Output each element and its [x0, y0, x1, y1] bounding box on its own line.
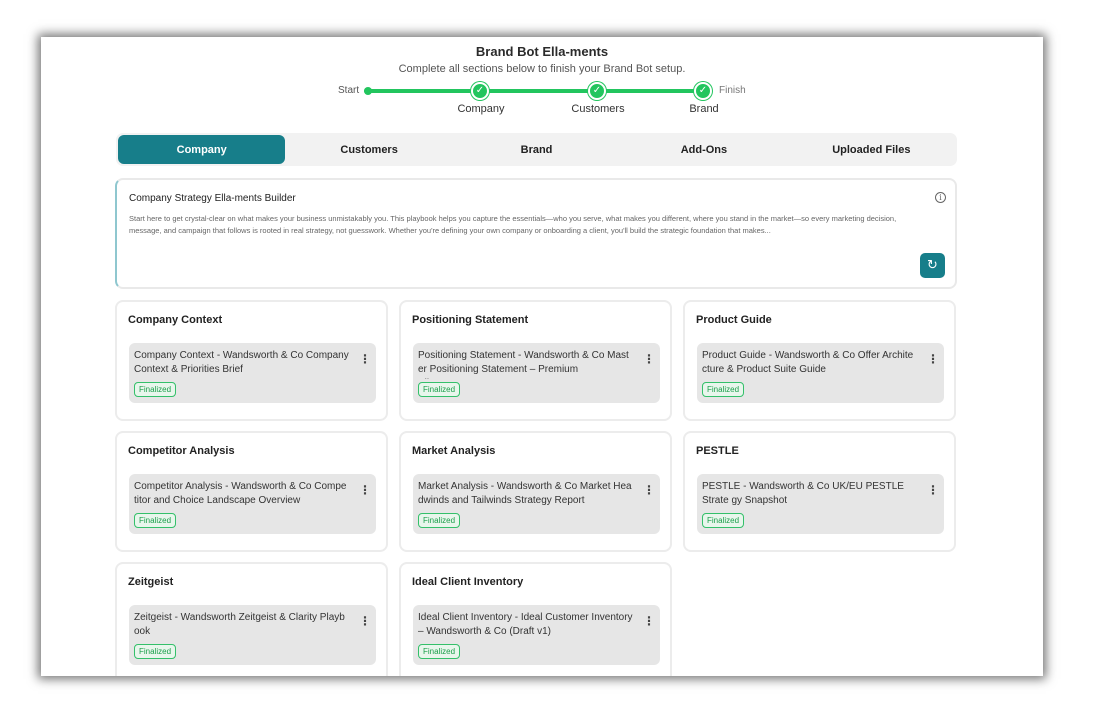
document-name: Ideal Client Inventory - Ideal Customer …: [418, 612, 633, 637]
kebab-menu-icon[interactable]: ⋮: [643, 614, 655, 628]
status-badge: Finalized: [418, 382, 461, 397]
kebab-menu-icon[interactable]: ⋮: [927, 352, 939, 366]
tab-brand[interactable]: Brand: [453, 135, 620, 164]
status-badge: Finalized: [134, 382, 177, 397]
kebab-menu-icon[interactable]: ⋮: [359, 614, 371, 628]
card-title: Positioning Statement: [412, 314, 529, 326]
card-competitor-analysis: Competitor Analysis Competitor Analysis …: [115, 431, 388, 552]
tab-uploaded-files[interactable]: Uploaded Files: [788, 135, 955, 164]
status-badge: Finalized: [702, 382, 745, 397]
card-company-context: Company Context Company Context - Wandsw…: [115, 300, 388, 421]
document-name: Market Analysis - Wandsworth & Co Market…: [418, 481, 632, 506]
refresh-icon[interactable]: ↻: [920, 253, 945, 278]
document-item[interactable]: PESTLE - Wandsworth & Co UK/EU PESTLE St…: [697, 474, 944, 534]
document-item[interactable]: Zeitgeist - Wandsworth Zeitgeist & Clari…: [129, 605, 376, 665]
status-badge: Finalized: [134, 513, 177, 528]
document-item[interactable]: Positioning Statement - Wandsworth & Co …: [413, 343, 660, 403]
card-title: Company Context: [128, 314, 223, 326]
document-name: Positioning Statement - Wandsworth & Co …: [418, 350, 629, 379]
tab-customers[interactable]: Customers: [285, 135, 452, 164]
app-window: Brand Bot Ella-ments Complete all sectio…: [41, 37, 1043, 676]
step-label-customers: Customers: [571, 103, 625, 115]
tab-add-ons[interactable]: Add-Ons: [620, 135, 787, 164]
card-ideal-client-inventory: Ideal Client Inventory Ideal Client Inve…: [399, 562, 672, 676]
card-title: Competitor Analysis: [128, 445, 235, 457]
document-name: PESTLE - Wandsworth & Co UK/EU PESTLE St…: [702, 481, 904, 506]
card-title: Product Guide: [696, 314, 772, 326]
document-name: Zeitgeist - Wandsworth Zeitgeist & Clari…: [134, 612, 345, 637]
card-product-guide: Product Guide Product Guide - Wandsworth…: [683, 300, 956, 421]
progress-bar: [364, 89, 704, 93]
tab-company[interactable]: Company: [118, 135, 286, 164]
strategy-builder-panel: Company Strategy Ella-ments Builder i St…: [115, 178, 957, 289]
status-badge: Finalized: [134, 644, 177, 659]
setup-progress: Start ✓ Company ✓ Customers ✓ Brand Fini…: [41, 82, 1043, 122]
step-brand-check-icon: ✓: [694, 82, 712, 100]
card-title: PESTLE: [696, 445, 739, 457]
strategy-builder-description: Start here to get crystal-clear on what …: [129, 214, 897, 235]
card-zeitgeist: Zeitgeist Zeitgeist - Wandsworth Zeitgei…: [115, 562, 388, 676]
kebab-menu-icon[interactable]: ⋮: [927, 483, 939, 497]
document-item[interactable]: Company Context - Wandsworth & Co Compan…: [129, 343, 376, 403]
document-item[interactable]: Product Guide - Wandsworth & Co Offer Ar…: [697, 343, 944, 403]
info-icon[interactable]: i: [935, 192, 946, 203]
document-item[interactable]: Competitor Analysis - Wandsworth & Co Co…: [129, 474, 376, 534]
kebab-menu-icon[interactable]: ⋮: [359, 352, 371, 366]
card-title: Zeitgeist: [128, 576, 174, 588]
status-badge: Finalized: [418, 644, 461, 659]
page-subtitle: Complete all sections below to finish yo…: [398, 63, 686, 75]
document-name: Company Context - Wandsworth & Co Compan…: [134, 350, 349, 375]
document-item[interactable]: Ideal Client Inventory - Ideal Customer …: [413, 605, 660, 665]
page-title: Brand Bot Ella-ments: [475, 44, 609, 59]
step-label-company: Company: [457, 103, 505, 115]
progress-start-label: Start: [338, 85, 360, 96]
card-market-analysis: Market Analysis Market Analysis - Wandsw…: [399, 431, 672, 552]
page-header: Brand Bot Ella-ments Complete all sectio…: [41, 44, 1043, 75]
card-positioning-statement: Positioning Statement Positioning Statem…: [399, 300, 672, 421]
kebab-menu-icon[interactable]: ⋮: [643, 352, 655, 366]
status-badge: Finalized: [702, 513, 745, 528]
card-title: Ideal Client Inventory: [412, 576, 524, 588]
step-company-check-icon: ✓: [471, 82, 489, 100]
card-title: Market Analysis: [412, 445, 496, 457]
status-badge: Finalized: [418, 513, 461, 528]
document-item[interactable]: Market Analysis - Wandsworth & Co Market…: [413, 474, 660, 534]
progress-finish-label: Finish: [719, 85, 746, 96]
kebab-menu-icon[interactable]: ⋮: [643, 483, 655, 497]
step-label-brand: Brand: [689, 103, 719, 115]
document-name: Competitor Analysis - Wandsworth & Co Co…: [134, 481, 347, 506]
card-pestle: PESTLE PESTLE - Wandsworth & Co UK/EU PE…: [683, 431, 956, 552]
step-customers-check-icon: ✓: [588, 82, 606, 100]
kebab-menu-icon[interactable]: ⋮: [359, 483, 371, 497]
document-name: Product Guide - Wandsworth & Co Offer Ar…: [702, 350, 914, 375]
section-tabs: Company Customers Brand Add-Ons Uploaded…: [116, 133, 957, 166]
strategy-builder-title: Company Strategy Ella-ments Builder: [129, 193, 296, 204]
